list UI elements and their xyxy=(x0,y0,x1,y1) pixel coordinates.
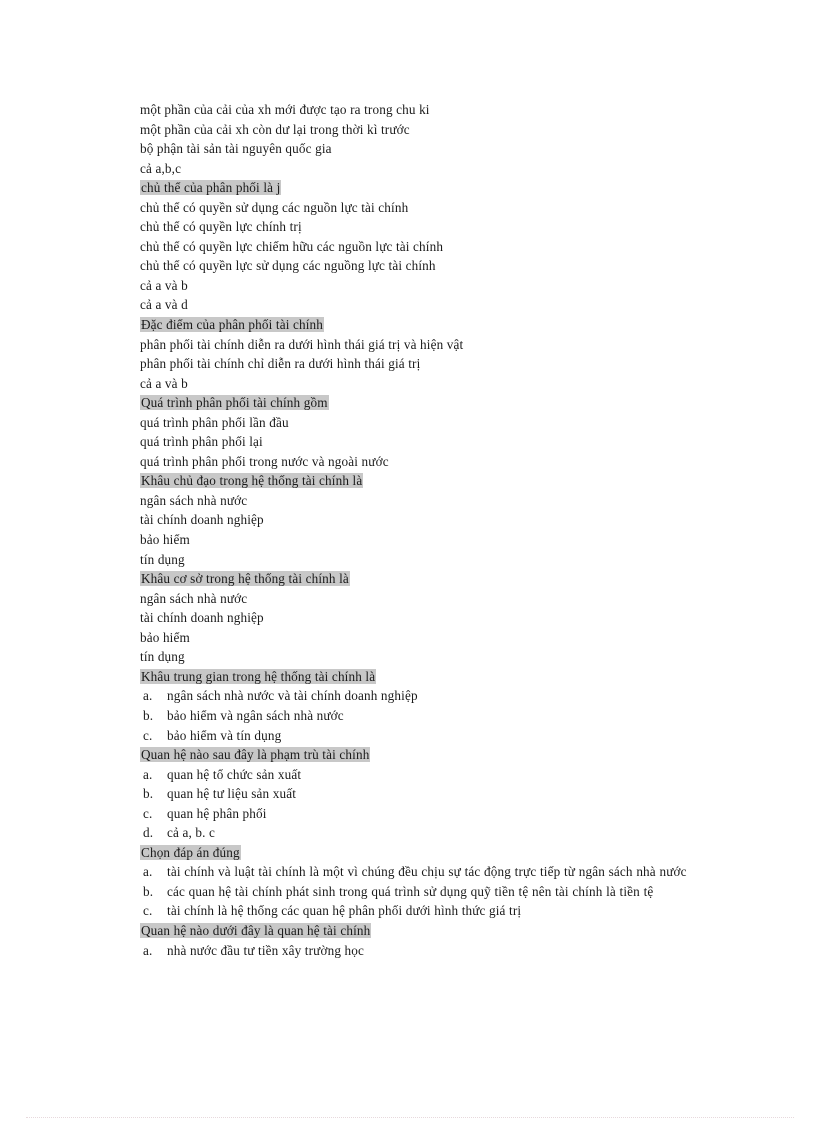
answer-option: a. tài chính và luật tài chính là một vì … xyxy=(140,862,706,882)
question-heading: Chọn đáp án đúng xyxy=(140,843,706,863)
question-heading-text: Chọn đáp án đúng xyxy=(140,844,241,860)
option-marker: d. xyxy=(143,825,154,841)
question-heading-text: Đặc điểm của phân phối tài chính xyxy=(140,317,325,333)
answer-option: d. cả a, b. c xyxy=(140,823,706,843)
answer-line: quá trình phân phối trong nước và ngoài … xyxy=(140,453,389,469)
answer-option: c. bảo hiểm và tín dụng xyxy=(140,726,706,746)
page-bottom-rule xyxy=(26,1117,794,1119)
question-heading: Khâu chủ đạo trong hệ thống tài chính là xyxy=(140,471,706,491)
document-page: một phần của cải của xh mới được tạo ra … xyxy=(0,0,816,1123)
question-heading-text: Khâu cơ sở trong hệ thống tài chính là xyxy=(140,571,350,587)
answer-line: chủ thể có quyền lực chính trị xyxy=(140,219,302,235)
answer-line: bảo hiểm xyxy=(140,532,190,548)
answer-option: a. ngân sách nhà nước và tài chính doanh … xyxy=(140,686,706,706)
answer-line: chủ thể có quyền lực chiếm hữu các nguồn… xyxy=(140,238,444,254)
answer-option: a. quan hệ tổ chức sản xuất xyxy=(140,765,706,785)
option-marker: b. xyxy=(143,786,154,802)
answer-option: c. tài chính là hệ thống các quan hệ phân… xyxy=(140,901,706,921)
answer-line: cả a và d xyxy=(140,297,188,313)
answer-line: một phần của cải xh còn dư lại trong thờ… xyxy=(140,121,410,137)
answer-line: bảo hiểm xyxy=(140,629,190,645)
option-text: quan hệ tổ chức sản xuất xyxy=(167,766,302,782)
answer-line: chủ thể có quyền sử dụng các nguồn lực t… xyxy=(140,199,409,215)
option-text: nhà nước đầu tư tiền xây trường học xyxy=(167,942,365,958)
option-marker: a. xyxy=(143,766,153,782)
answer-line: phân phối tài chính diễn ra dưới hình th… xyxy=(140,336,464,352)
answer-line: cả a và b xyxy=(140,375,188,391)
question-heading-text: chủ thể của phân phối là j xyxy=(140,180,282,196)
answer-line: quá trình phân phối lần đầu xyxy=(140,414,289,430)
answer-option: c. quan hệ phân phối xyxy=(140,804,706,824)
answer-line: cả a,b,c xyxy=(140,160,182,176)
option-marker: c. xyxy=(143,727,153,743)
answer-line: tín dụng xyxy=(140,649,185,665)
option-text: tài chính là hệ thống các quan hệ phân p… xyxy=(167,903,522,919)
document-text-column: một phần của cải của xh mới được tạo ra … xyxy=(140,100,706,960)
answer-line: chủ thể có quyền lực sử dụng các nguồng … xyxy=(140,258,436,274)
option-marker: a. xyxy=(143,864,153,880)
option-marker: a. xyxy=(143,942,153,958)
question-heading: Quan hệ nào sau đây là phạm trù tài chín… xyxy=(140,745,706,765)
question-heading-text: Khâu trung gian trong hệ thống tài chính… xyxy=(140,668,377,684)
question-heading: chủ thể của phân phối là j xyxy=(140,178,706,198)
answer-line: ngân sách nhà nước xyxy=(140,492,248,508)
option-text: bảo hiểm và ngân sách nhà nước xyxy=(167,707,344,723)
option-marker: a. xyxy=(143,688,153,704)
question-heading: Khâu cơ sở trong hệ thống tài chính là xyxy=(140,569,706,589)
option-text: cả a, b. c xyxy=(167,825,215,841)
option-text: tài chính và luật tài chính là một vì ch… xyxy=(167,864,687,880)
answer-line: tín dụng xyxy=(140,551,185,567)
option-marker: b. xyxy=(143,883,154,899)
question-heading-text: Khâu chủ đạo trong hệ thống tài chính là xyxy=(140,473,364,489)
answer-line: bộ phận tài sản tài nguyên quốc gia xyxy=(140,141,332,157)
answer-line: ngân sách nhà nước xyxy=(140,590,248,606)
option-text: các quan hệ tài chính phát sinh trong qu… xyxy=(167,883,654,899)
question-heading: Quan hệ nào dưới đây là quan hệ tài chín… xyxy=(140,921,706,941)
option-text: bảo hiểm và tín dụng xyxy=(167,727,282,743)
question-heading-text: Quan hệ nào sau đây là phạm trù tài chín… xyxy=(140,747,371,763)
option-text: quan hệ phân phối xyxy=(167,805,267,821)
question-heading-text: Quá trình phân phối tài chính gồm xyxy=(140,395,329,411)
question-heading: Quá trình phân phối tài chính gồm xyxy=(140,393,706,413)
question-heading: Khâu trung gian trong hệ thống tài chính… xyxy=(140,667,706,687)
answer-option: b. quan hệ tư liệu sản xuất xyxy=(140,784,706,804)
answer-line: quá trình phân phối lại xyxy=(140,434,263,450)
option-marker: b. xyxy=(143,707,154,723)
question-heading-text: Quan hệ nào dưới đây là quan hệ tài chín… xyxy=(140,922,372,938)
answer-line: tài chính doanh nghiệp xyxy=(140,610,264,626)
question-heading: Đặc điểm của phân phối tài chính xyxy=(140,315,706,335)
option-text: ngân sách nhà nước và tài chính doanh ng… xyxy=(167,688,418,704)
answer-line: một phần của cải của xh mới được tạo ra … xyxy=(140,102,430,117)
answer-option: a. nhà nước đầu tư tiền xây trường học xyxy=(140,941,706,961)
answer-line: tài chính doanh nghiệp xyxy=(140,512,264,528)
option-marker: c. xyxy=(143,903,153,919)
answer-option: b. bảo hiểm và ngân sách nhà nước xyxy=(140,706,706,726)
answer-line: cả a và b xyxy=(140,277,188,293)
option-marker: c. xyxy=(143,805,153,821)
option-text: quan hệ tư liệu sản xuất xyxy=(167,786,297,802)
answer-option: b. các quan hệ tài chính phát sinh trong … xyxy=(140,882,706,902)
answer-line: phân phối tài chính chỉ diễn ra dưới hìn… xyxy=(140,356,421,372)
